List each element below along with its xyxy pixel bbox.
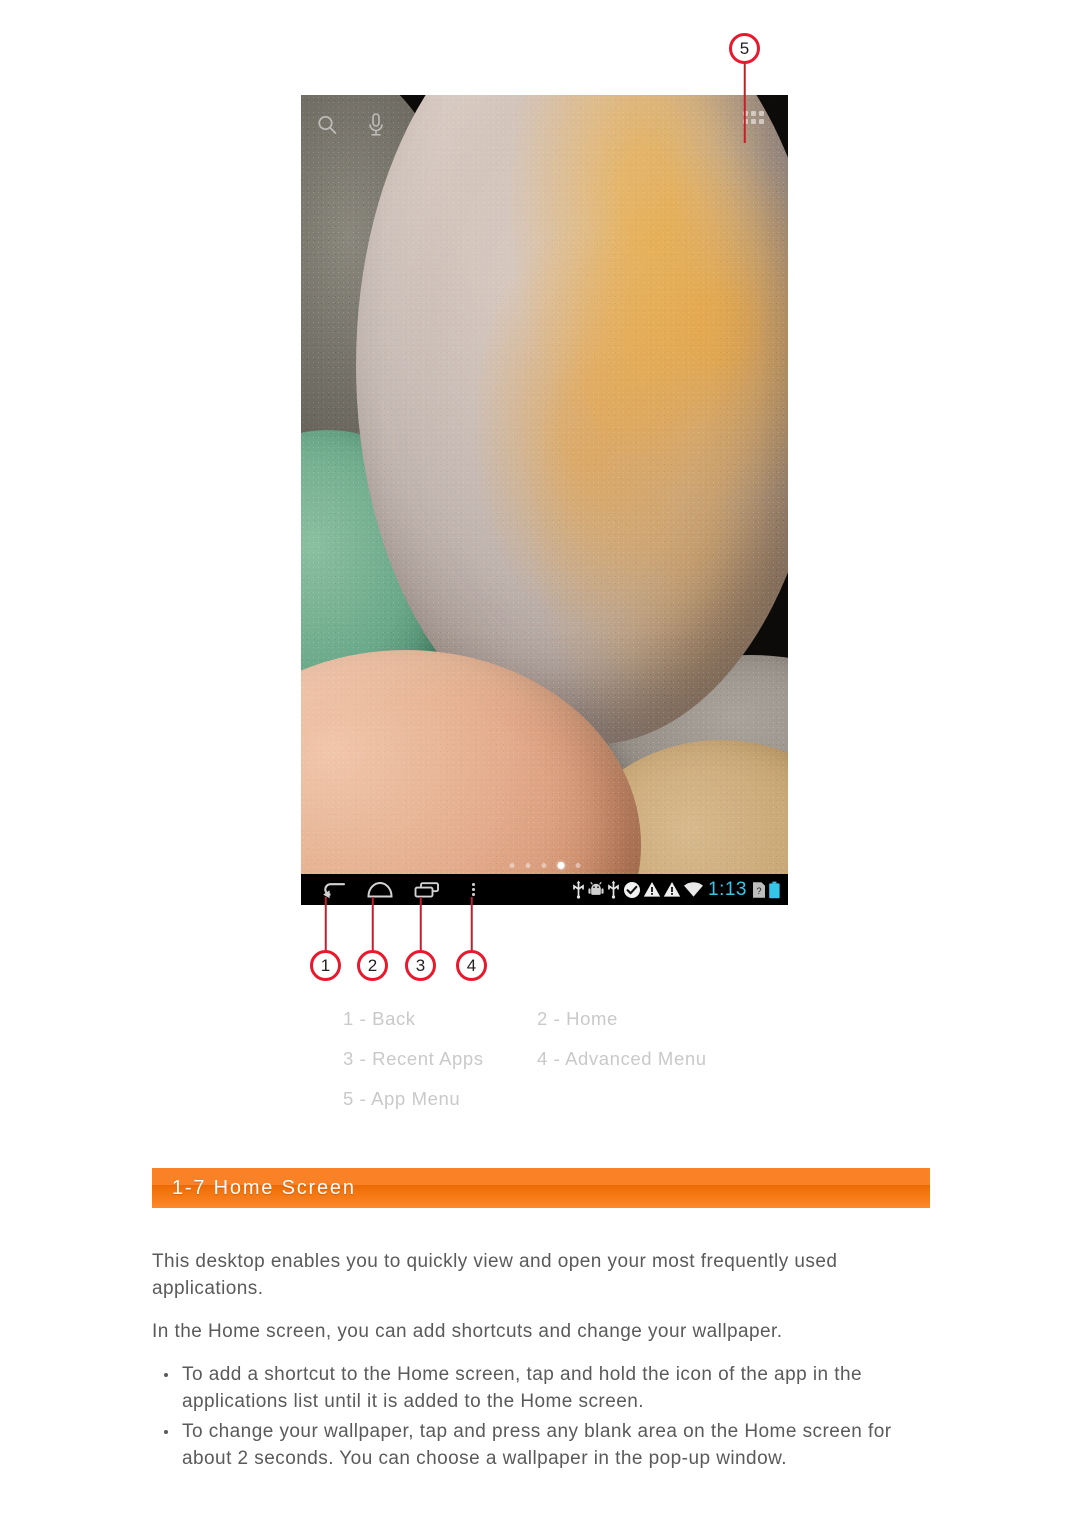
legend-row: 3 - Recent Apps 4 - Advanced Menu (343, 1048, 763, 1070)
callout-2: 2 (357, 897, 388, 981)
instruction-list: To add a shortcut to the Home screen, ta… (152, 1361, 942, 1472)
page-dot (525, 863, 530, 868)
android-debug-icon (588, 881, 604, 898)
legend-item-5: 5 - App Menu (343, 1088, 461, 1109)
page-indicator (509, 862, 580, 869)
page-dot-active (557, 862, 564, 869)
home-screen-figure: 1:13 ? 5 1 2 3 4 (0, 0, 1080, 1000)
status-icons: 1:13 ? (571, 880, 788, 899)
svg-text:?: ? (756, 886, 761, 896)
page-dot (575, 863, 580, 868)
callout-bubble: 1 (310, 950, 341, 981)
home-button[interactable] (356, 874, 403, 905)
callout-1: 1 (310, 897, 341, 981)
callout-stem (371, 897, 374, 953)
recent-apps-button[interactable] (403, 874, 450, 905)
wallpaper-image (301, 95, 788, 905)
list-item: To change your wallpaper, tap and press … (152, 1418, 942, 1472)
legend-item-2: 2 - Home (537, 1008, 618, 1029)
navigation-buttons (301, 874, 497, 905)
section-heading-bar: 1-7 Home Screen (152, 1168, 930, 1208)
warning-triangle-icon (643, 881, 661, 898)
overflow-dots-icon (472, 883, 475, 896)
callout-bubble: 4 (456, 950, 487, 981)
check-circle-icon (623, 881, 641, 899)
search-icon[interactable] (315, 113, 339, 142)
page-dot (509, 863, 514, 868)
wallpaper-texture-overlay (301, 95, 788, 905)
body-paragraph-1: This desktop enables you to quickly view… (152, 1251, 838, 1299)
wifi-icon (683, 881, 704, 898)
legend-row: 1 - Back 2 - Home (343, 1008, 763, 1030)
app-grid-icon[interactable] (743, 111, 764, 124)
callout-stem (419, 897, 422, 953)
callout-4: 4 (456, 897, 487, 981)
callout-5: 5 (729, 33, 760, 143)
callout-stem (743, 61, 746, 143)
section-body: This desktop enables you to quickly view… (152, 1248, 942, 1475)
legend-item-1: 1 - Back (343, 1008, 416, 1029)
status-clock: 1:13 (708, 879, 747, 900)
body-paragraph-2: In the Home screen, you can add shortcut… (152, 1321, 783, 1342)
page-title: 1-7 Home Screen (172, 1176, 356, 1199)
sim-card-unknown-icon: ? (752, 881, 766, 899)
device-screenshot: 1:13 ? (301, 95, 788, 905)
usb-icon (571, 880, 586, 899)
callout-stem (470, 897, 473, 953)
callout-bubble: 2 (357, 950, 388, 981)
callout-stem (324, 897, 327, 953)
usb-icon (606, 880, 621, 899)
legend-row: 5 - App Menu (343, 1088, 763, 1110)
system-navigation-bar: 1:13 ? (301, 874, 788, 905)
legend-item-4: 4 - Advanced Menu (537, 1048, 707, 1069)
list-item: To add a shortcut to the Home screen, ta… (152, 1361, 942, 1415)
callout-bubble: 5 (729, 33, 760, 64)
legend-item-3: 3 - Recent Apps (343, 1048, 484, 1069)
warning-triangle-icon (663, 881, 681, 898)
page-dot (541, 863, 546, 868)
callout-3: 3 (405, 897, 436, 981)
app-grid-dots (743, 111, 764, 124)
advanced-menu-button[interactable] (450, 874, 497, 905)
microphone-icon[interactable] (365, 112, 387, 143)
back-button[interactable] (309, 874, 356, 905)
figure-legend: 1 - Back 2 - Home 3 - Recent Apps 4 - Ad… (343, 1008, 763, 1128)
callout-bubble: 3 (405, 950, 436, 981)
battery-icon (768, 881, 781, 899)
